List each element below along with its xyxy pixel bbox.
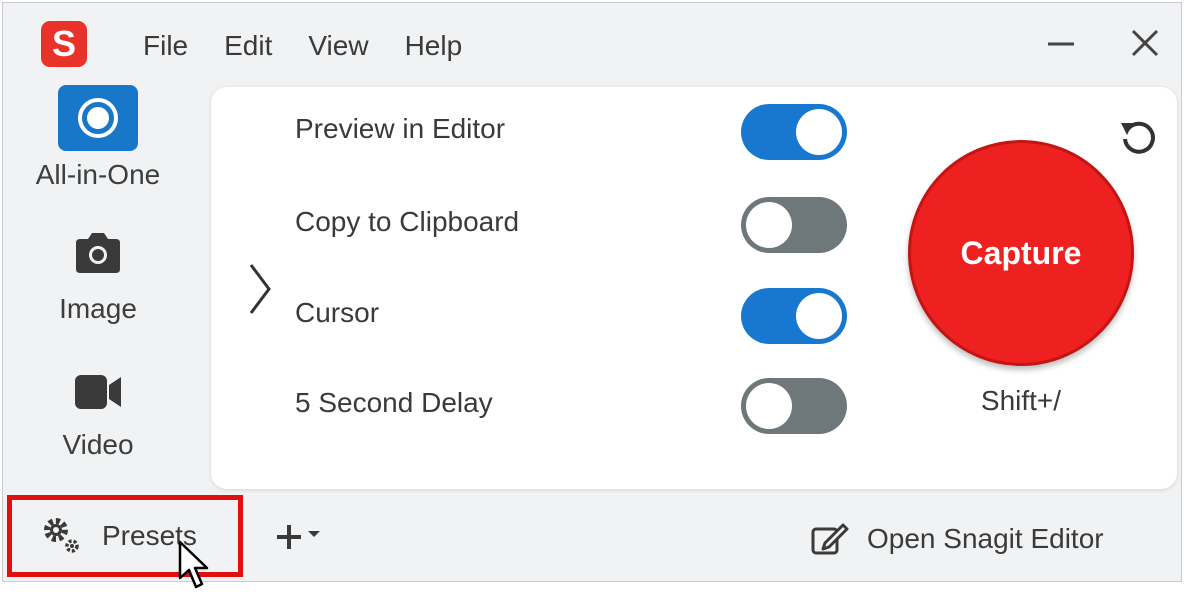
capture-shortcut: Shift+/ xyxy=(980,385,1062,416)
dropdown-arrow-icon xyxy=(308,531,320,537)
menu-file[interactable]: File xyxy=(125,29,206,63)
minimize-button[interactable] xyxy=(1041,23,1081,63)
close-icon xyxy=(1131,29,1159,57)
open-editor-label: Open Snagit Editor xyxy=(867,523,1104,554)
menu-help[interactable]: Help xyxy=(387,29,481,63)
mode-label: Video xyxy=(62,429,134,460)
menu-view[interactable]: View xyxy=(290,29,386,63)
capture-button[interactable]: Capture xyxy=(908,140,1134,366)
chevron-right-icon[interactable] xyxy=(245,261,275,317)
open-snagit-editor-button[interactable]: Open Snagit Editor xyxy=(809,519,1104,559)
cursor-toggle[interactable] xyxy=(741,288,847,344)
gear-icon xyxy=(44,518,79,553)
five-second-delay-toggle[interactable] xyxy=(741,378,847,434)
all-in-one-icon xyxy=(58,85,138,151)
option-label-clipboard: Copy to Clipboard xyxy=(295,206,520,237)
plus-icon xyxy=(277,525,301,549)
snagit-capture-window: S File Edit View Help All-in-One Image V… xyxy=(2,2,1182,582)
mode-image[interactable]: Image xyxy=(13,231,183,325)
menu-edit[interactable]: Edit xyxy=(206,29,290,63)
logo-letter: S xyxy=(51,23,76,64)
option-label-cursor: Cursor xyxy=(295,297,380,328)
edit-icon xyxy=(811,523,849,555)
minimize-icon xyxy=(1048,42,1074,46)
preview-in-editor-toggle[interactable] xyxy=(741,104,847,160)
menu-bar: File Edit View Help xyxy=(125,29,480,63)
mode-all-in-one[interactable]: All-in-One xyxy=(13,85,183,191)
add-preset-button[interactable] xyxy=(273,521,321,553)
video-camera-icon xyxy=(75,375,121,409)
capture-label: Capture xyxy=(960,234,1082,271)
option-label-delay: 5 Second Delay xyxy=(295,387,493,418)
copy-to-clipboard-toggle[interactable] xyxy=(741,197,847,253)
capture-settings-panel: Preview in Editor Copy to Clipboard Curs… xyxy=(211,87,1177,489)
mouse-pointer-icon xyxy=(178,540,209,589)
mode-label: All-in-One xyxy=(35,159,161,190)
close-button[interactable] xyxy=(1125,23,1165,63)
option-label-preview: Preview in Editor xyxy=(295,113,506,144)
snagit-logo: S xyxy=(41,21,87,67)
camera-icon xyxy=(76,233,120,273)
mode-video[interactable]: Video xyxy=(13,373,183,461)
reset-icon[interactable] xyxy=(1117,115,1161,159)
mode-label: Image xyxy=(59,293,137,324)
